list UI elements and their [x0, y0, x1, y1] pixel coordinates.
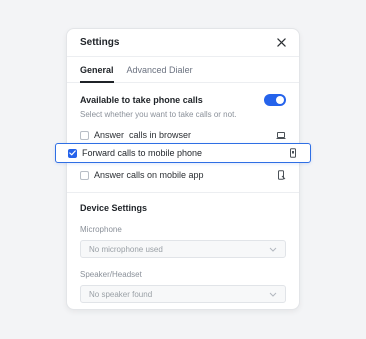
settings-panel: Settings General Advanced Dialer Availab…: [55, 28, 311, 310]
device-settings-title: Device Settings: [80, 203, 148, 213]
device-settings-section: Device Settings Microphone No microphone…: [67, 203, 299, 303]
option-left: Answer calls on mobile app: [80, 170, 204, 180]
availability-label: Available to take phone calls: [80, 95, 203, 105]
availability-toggle[interactable]: [264, 94, 286, 106]
chevron-down-icon: [269, 245, 277, 254]
speaker-label: Speaker/Headset: [80, 270, 142, 279]
checkbox-browser[interactable]: [80, 130, 89, 140]
microphone-label: Microphone: [80, 225, 122, 234]
panel-title: Settings: [80, 37, 120, 48]
divider: [67, 192, 299, 193]
microphone-select[interactable]: No microphone used: [80, 240, 286, 258]
availability-row: Available to take phone calls: [80, 93, 286, 107]
availability-description: Select whether you want to take calls or…: [80, 110, 237, 119]
option-label: Answer calls in browser: [94, 130, 192, 140]
option-answer-in-browser[interactable]: Answer calls in browser: [80, 125, 286, 145]
microphone-value: No microphone used: [89, 244, 163, 254]
speaker-select[interactable]: No speaker found: [80, 285, 286, 303]
laptop-icon: [276, 130, 286, 140]
checkbox-mobile-app[interactable]: [80, 170, 89, 180]
tab-advanced-dialer[interactable]: Advanced Dialer: [127, 57, 193, 82]
tab-bar: General Advanced Dialer: [67, 57, 299, 83]
tab-general[interactable]: General: [80, 57, 114, 83]
option-label: Answer calls on mobile app: [94, 170, 204, 180]
option-answer-mobile-app[interactable]: Answer calls on mobile app: [80, 165, 286, 185]
chevron-down-icon: [269, 290, 277, 299]
option-label: Forward calls to mobile phone: [82, 148, 203, 158]
checkbox-forward-mobile[interactable]: [68, 148, 77, 158]
mobile-app-icon: [276, 170, 286, 180]
close-icon[interactable]: [275, 37, 287, 49]
option-forward-to-mobile[interactable]: Forward calls to mobile phone: [55, 143, 311, 163]
option-left: Forward calls to mobile phone: [68, 148, 202, 158]
option-left: Answer calls in browser: [80, 130, 191, 140]
availability-section: Available to take phone calls Select whe…: [67, 83, 299, 185]
panel-header: Settings: [67, 29, 299, 57]
speaker-value: No speaker found: [89, 289, 153, 299]
mobile-phone-icon: [288, 148, 298, 158]
